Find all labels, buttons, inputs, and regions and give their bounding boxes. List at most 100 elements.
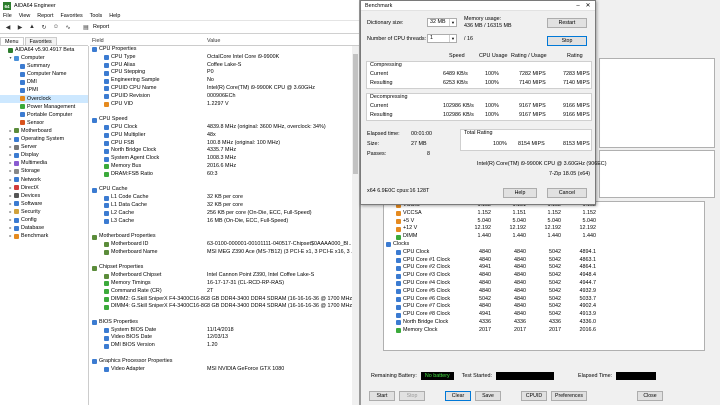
cpu-threads-select[interactable]: 1 ▼ xyxy=(427,34,457,43)
tree-expander-icon[interactable]: ▸ xyxy=(8,232,13,240)
sensor-row[interactable]: CPU Core #5 Clock 4840 4840 5042 4932.9 xyxy=(384,288,704,296)
sensor-row[interactable]: CPU Core #8 Clock 4941 4840 5042 4913.9 xyxy=(384,311,704,319)
tree-item[interactable]: ▸ Devices xyxy=(0,192,88,200)
list-row[interactable] xyxy=(90,311,352,319)
sensor-row[interactable]: +12 V 12.192 12.192 12.192 12.192 xyxy=(384,225,704,233)
list-row[interactable]: L3 Cache 16 MB (On-Die, ECC, Full-Speed) xyxy=(90,218,352,226)
list-row[interactable]: Engineering Sample No xyxy=(90,77,352,85)
tree-expander-icon[interactable]: ▸ xyxy=(8,159,13,167)
tree-expander-icon[interactable]: ▸ xyxy=(8,216,13,224)
up-arrow-icon[interactable]: ▲ xyxy=(27,22,37,32)
list-row[interactable]: Motherboard Chipset Intel Cannon Point Z3… xyxy=(90,272,352,280)
back-arrow-icon[interactable]: ◀ xyxy=(3,22,13,32)
list-row[interactable]: Memory Timings 16-17-17-31 (CL-RCD-RP-RAS… xyxy=(90,280,352,288)
sensor-row[interactable]: CPU Core #6 Clock 5042 4840 5042 5033.7 xyxy=(384,296,704,304)
tab-menu[interactable]: Menu xyxy=(0,37,24,45)
close-icon[interactable]: ✕ xyxy=(583,1,593,11)
start-button[interactable]: Start xyxy=(369,391,395,401)
tree-item[interactable]: ▸ Network xyxy=(0,176,88,184)
list-group-header[interactable]: CPU Speed xyxy=(90,116,352,124)
column-header-field[interactable]: Field xyxy=(90,38,207,44)
tree-item[interactable]: ▸ Security xyxy=(0,208,88,216)
list-row[interactable]: CPU Multiplier 48x xyxy=(90,132,352,140)
list-group-header[interactable]: Graphics Processor Properties xyxy=(90,358,352,366)
list-row[interactable]: System BIOS Date 11/14/2018 xyxy=(90,327,352,335)
cancel-button[interactable]: Cancel xyxy=(547,188,587,198)
tree-item[interactable]: Overclock xyxy=(0,94,88,103)
menu-file[interactable]: File xyxy=(3,13,12,19)
list-row[interactable]: DRAM:FSB Ratio 60:3 xyxy=(90,171,352,179)
menu-tools[interactable]: Tools xyxy=(90,13,103,19)
list-row[interactable] xyxy=(90,350,352,358)
sensor-row[interactable]: CPU Core #3 Clock 4840 4840 5042 4948.4 xyxy=(384,272,704,280)
list-row[interactable] xyxy=(90,257,352,265)
list-row[interactable] xyxy=(90,108,352,116)
tree-item[interactable]: ▸ DirectX xyxy=(0,184,88,192)
list-group-header[interactable]: CPU Cache xyxy=(90,186,352,194)
tree-item[interactable]: ▸ Display xyxy=(0,151,88,159)
menu-favorites[interactable]: Favorites xyxy=(60,13,82,19)
list-group-header[interactable]: Motherboard Properties xyxy=(90,233,352,241)
stop-button[interactable]: Stop xyxy=(399,391,425,401)
list-row[interactable]: Video BIOS Date 12/03/13 xyxy=(90,334,352,342)
list-row[interactable]: CPUID CPU Name Intel(R) Core(TM) i9-9900K… xyxy=(90,85,352,93)
tree-item[interactable]: ▸ Operating System xyxy=(0,135,88,143)
menu-report[interactable]: Report xyxy=(37,13,53,19)
column-header-value[interactable]: Value xyxy=(207,38,220,44)
sensor-row[interactable]: CPU Core #2 Clock 4941 4840 5042 4864.1 xyxy=(384,264,704,272)
report-button[interactable]: ▤ Report xyxy=(81,22,109,32)
user-icon[interactable]: ☺ xyxy=(51,22,61,32)
tree-item[interactable]: Power Management xyxy=(0,103,88,111)
tree-item[interactable]: Summary xyxy=(0,62,88,70)
tree-item[interactable]: DMI xyxy=(0,78,88,86)
list-row[interactable]: CPU Stepping P0 xyxy=(90,69,352,77)
preferences-button[interactable]: Preferences xyxy=(551,391,587,401)
list-row[interactable]: L1 Code Cache 32 KB per core xyxy=(90,194,352,202)
sensor-row[interactable]: +5 V 5.040 5.040 5.040 5.040 xyxy=(384,218,704,226)
sensor-row[interactable]: DIMM 1.440 1.440 1.440 1.440 xyxy=(384,233,704,241)
sensor-row[interactable]: VCCSA 1.152 1.151 1.152 1.152 xyxy=(384,210,704,218)
tree-expander-icon[interactable]: ▸ xyxy=(8,135,13,143)
list-group-header[interactable]: CPU Properties xyxy=(90,46,352,54)
list-row[interactable]: DMI BIOS Version 1.20 xyxy=(90,342,352,350)
chart-icon[interactable]: ∿ xyxy=(63,22,73,32)
help-button[interactable]: Help xyxy=(503,188,537,198)
restart-button[interactable]: Restart xyxy=(547,18,587,28)
tree-expander-icon[interactable]: ▸ xyxy=(8,176,13,184)
list-row[interactable]: CPU Alias Coffee Lake-S xyxy=(90,62,352,70)
stop-benchmark-button[interactable]: Stop xyxy=(547,36,587,46)
tree-item[interactable]: ▸ Server xyxy=(0,143,88,151)
tree-item[interactable]: ▸ Multimedia xyxy=(0,159,88,167)
clear-button[interactable]: Clear xyxy=(445,391,471,401)
tab-favorites[interactable]: Favorites xyxy=(24,37,57,45)
tree-item[interactable]: IPMI xyxy=(0,86,88,94)
list-row[interactable]: Motherboard ID 63-0100-000001-00101111-04… xyxy=(90,241,352,249)
list-row[interactable]: Memory Bus 2016.6 MHz xyxy=(90,163,352,171)
list-row[interactable]: Command Rate (CR) 2T xyxy=(90,288,352,296)
tree-item[interactable]: ▸ Database xyxy=(0,224,88,232)
list-group-header[interactable]: BIOS Properties xyxy=(90,319,352,327)
list-row[interactable]: L2 Cache 256 KB per core (On-Die, ECC, Fu… xyxy=(90,210,352,218)
forward-arrow-icon[interactable]: ▶ xyxy=(15,22,25,32)
list-row[interactable]: CPU Clock 4839.8 MHz (original: 3600 MHz,… xyxy=(90,124,352,132)
tree-expander-icon[interactable]: ▸ xyxy=(8,208,13,216)
list-group-header[interactable]: Chipset Properties xyxy=(90,264,352,272)
sensor-row[interactable]: North Bridge Clock 4336 4336 4336 4336.0 xyxy=(384,319,704,327)
tree-item[interactable]: ▸ Benchmark xyxy=(0,232,88,240)
list-row[interactable]: North Bridge Clock 4335.7 MHz xyxy=(90,147,352,155)
tree-expander-icon[interactable]: ▸ xyxy=(8,167,13,175)
tree-expander-icon[interactable]: ▸ xyxy=(8,184,13,192)
list-row[interactable]: CPUID Revision 000906ECh xyxy=(90,93,352,101)
list-row[interactable]: CPU Type OctalCore Intel Core i9-9900K xyxy=(90,54,352,62)
tree-item[interactable]: Sensor xyxy=(0,119,88,127)
sensor-row[interactable]: CPU Clock 4840 4840 5042 4894.1 xyxy=(384,249,704,257)
tree-expander-icon[interactable]: ▸ xyxy=(8,224,13,232)
tree-item[interactable]: Computer Name xyxy=(0,70,88,78)
sensor-row[interactable]: Memory Clock 2017 2017 2017 2016.6 xyxy=(384,327,704,335)
tree-expander-icon[interactable]: ▾ xyxy=(8,54,13,62)
minimize-icon[interactable]: – xyxy=(573,1,583,11)
close-button[interactable]: Close xyxy=(637,391,663,401)
list-row[interactable]: CPU VID 1.2297 V xyxy=(90,101,352,109)
list-row[interactable] xyxy=(90,225,352,233)
tree-item[interactable]: ▸ Config xyxy=(0,216,88,224)
